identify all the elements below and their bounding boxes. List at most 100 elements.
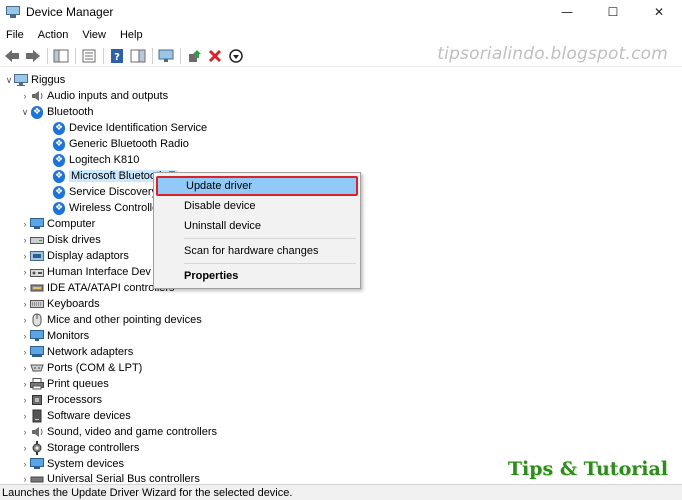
chevron-right-icon[interactable]: ›: [20, 264, 30, 280]
svg-text:?: ?: [114, 52, 120, 63]
tree-item-human-interface-devices[interactable]: › Human Interface Dev: [20, 264, 151, 280]
chevron-right-icon[interactable]: ›: [20, 232, 30, 248]
ide-controller-icon: [30, 281, 44, 295]
tree-item-label: Computer: [47, 218, 96, 230]
chevron-right-icon[interactable]: ›: [20, 408, 30, 424]
tree-item-print-queues[interactable]: › Print queues: [20, 376, 109, 392]
chevron-right-icon[interactable]: ›: [20, 344, 30, 360]
tree-item-service-discovery[interactable]: ❖ Service Discovery: [52, 184, 157, 200]
tree-item-keyboards[interactable]: › Keyboards: [20, 296, 100, 312]
tree-item-bluetooth[interactable]: ∨ ❖ Bluetooth: [20, 104, 93, 120]
help-toolbar-button[interactable]: ?: [108, 47, 126, 65]
back-button[interactable]: [3, 47, 21, 65]
tree-item-audio[interactable]: › Audio inputs and outputs: [20, 88, 169, 104]
tree-item-label: System devices: [47, 458, 125, 470]
tree-item-label: Monitors: [47, 330, 90, 342]
chevron-right-icon[interactable]: ›: [20, 248, 30, 264]
tree-item-processors[interactable]: › Processors: [20, 392, 103, 408]
chevron-right-icon[interactable]: ›: [20, 376, 30, 392]
tree-item-label: Display adaptors: [47, 250, 129, 262]
scan-hardware-button[interactable]: [157, 47, 175, 65]
menu-help[interactable]: Help: [113, 29, 150, 41]
tree-item-display-adaptors[interactable]: › Display adaptors: [20, 248, 129, 264]
chevron-right-icon[interactable]: ›: [20, 216, 30, 232]
tree-item-ide-ata-atapi-controllers[interactable]: › IDE ATA/ATAPI controllers: [20, 280, 175, 296]
chevron-right-icon[interactable]: ›: [20, 392, 30, 408]
uninstall-device-menu-item[interactable]: Uninstall device: [156, 216, 358, 236]
chevron-right-icon[interactable]: ›: [20, 456, 30, 472]
tree-item-network-adapters[interactable]: › Network adapters: [20, 344, 133, 360]
bluetooth-icon: ❖: [31, 105, 43, 119]
menu-action[interactable]: Action: [31, 29, 76, 41]
tree-item-device-identification-service[interactable]: ❖ Device Identification Service: [52, 120, 207, 136]
tree-item-usb-controllers[interactable]: › Universal Serial Bus controllers: [20, 471, 200, 484]
tree-item-sound-video-game-controllers[interactable]: › Sound, video and game controllers: [20, 424, 218, 440]
close-button[interactable]: ✕: [636, 0, 682, 24]
maximize-button[interactable]: ☐: [590, 0, 636, 24]
back-arrow-icon: [5, 49, 19, 62]
tree-root-riggus[interactable]: ∨ Riggus: [4, 72, 65, 88]
properties-toolbar-button[interactable]: [80, 47, 98, 65]
tree-item-computer[interactable]: › Computer: [20, 216, 95, 232]
chevron-right-icon[interactable]: ›: [20, 424, 30, 440]
tree-item-label: Ports (COM & LPT): [47, 362, 143, 374]
tree-item-logitech-k810[interactable]: ❖ Logitech K810: [52, 152, 139, 168]
menu-bar: File Action View Help: [0, 25, 682, 44]
action-pane-button[interactable]: [129, 47, 147, 65]
chevron-right-icon[interactable]: ›: [20, 296, 30, 312]
scan-hardware-menu-item[interactable]: Scan for hardware changes: [156, 241, 358, 261]
show-hide-console-tree-button[interactable]: [52, 47, 70, 65]
display-adaptor-icon: [30, 249, 44, 263]
chevron-right-icon[interactable]: ›: [20, 440, 30, 456]
tree-item-label: Mice and other pointing devices: [47, 314, 202, 326]
tree-item-generic-bluetooth-radio[interactable]: ❖ Generic Bluetooth Radio: [52, 136, 189, 152]
tree-item-software-devices[interactable]: › Software devices: [20, 408, 131, 424]
chevron-down-icon[interactable]: ∨: [4, 72, 14, 88]
computer-root-icon: [14, 73, 28, 87]
tree-item-disk-drives[interactable]: › Disk drives: [20, 232, 101, 248]
menu-separator: [184, 263, 356, 264]
update-driver-menu-item[interactable]: Update driver: [156, 176, 358, 196]
chevron-down-icon[interactable]: ∨: [20, 104, 30, 120]
forward-button[interactable]: [24, 47, 42, 65]
chevron-right-icon[interactable]: ›: [20, 328, 30, 344]
enable-device-toolbar-button[interactable]: [227, 47, 245, 65]
chevron-right-icon[interactable]: ›: [20, 471, 30, 484]
toolbar-separator: [180, 47, 181, 64]
disable-device-menu-item[interactable]: Disable device: [156, 196, 358, 216]
tree-item-label: Keyboards: [47, 298, 100, 310]
storage-controller-icon: [30, 441, 44, 455]
tree-item-label: Generic Bluetooth Radio: [69, 138, 189, 150]
properties-sheet-icon: [82, 49, 96, 62]
software-device-icon: [30, 409, 44, 423]
scan-monitor-icon: [158, 49, 174, 62]
menu-view[interactable]: View: [75, 29, 113, 41]
help-icon: ?: [111, 48, 123, 63]
toolbar-separator: [103, 47, 104, 64]
tree-item-mice[interactable]: › Mice and other pointing devices: [20, 312, 202, 328]
tree-item-storage-controllers[interactable]: › Storage controllers: [20, 440, 139, 456]
chevron-right-icon[interactable]: ›: [20, 88, 30, 104]
tree-item-monitors[interactable]: › Monitors: [20, 328, 89, 344]
port-icon: [30, 361, 44, 375]
hid-icon: [30, 265, 44, 279]
chevron-right-icon[interactable]: ›: [20, 280, 30, 296]
bluetooth-icon: ❖: [53, 201, 65, 215]
mouse-icon: [30, 313, 44, 327]
tree-item-system-devices[interactable]: › System devices: [20, 456, 124, 472]
update-driver-toolbar-button[interactable]: [185, 47, 203, 65]
bluetooth-icon: ❖: [53, 153, 65, 167]
window-controls: — ☐ ✕: [544, 0, 682, 24]
tree-item-label: Device Identification Service: [69, 122, 208, 134]
minimize-button[interactable]: —: [544, 0, 590, 24]
chevron-right-icon[interactable]: ›: [20, 360, 30, 376]
tree-item-wireless-controller[interactable]: ❖ Wireless Controller: [52, 200, 162, 216]
vertical-scrollbar[interactable]: [678, 70, 682, 484]
menu-file[interactable]: File: [0, 29, 31, 41]
chevron-right-icon[interactable]: ›: [20, 312, 30, 328]
properties-menu-item[interactable]: Properties: [156, 266, 358, 286]
title-bar: Device Manager — ☐ ✕: [0, 0, 682, 24]
tree-item-ports[interactable]: › Ports (COM & LPT): [20, 360, 143, 376]
uninstall-device-toolbar-button[interactable]: [206, 47, 224, 65]
network-adapter-icon: [30, 345, 44, 359]
